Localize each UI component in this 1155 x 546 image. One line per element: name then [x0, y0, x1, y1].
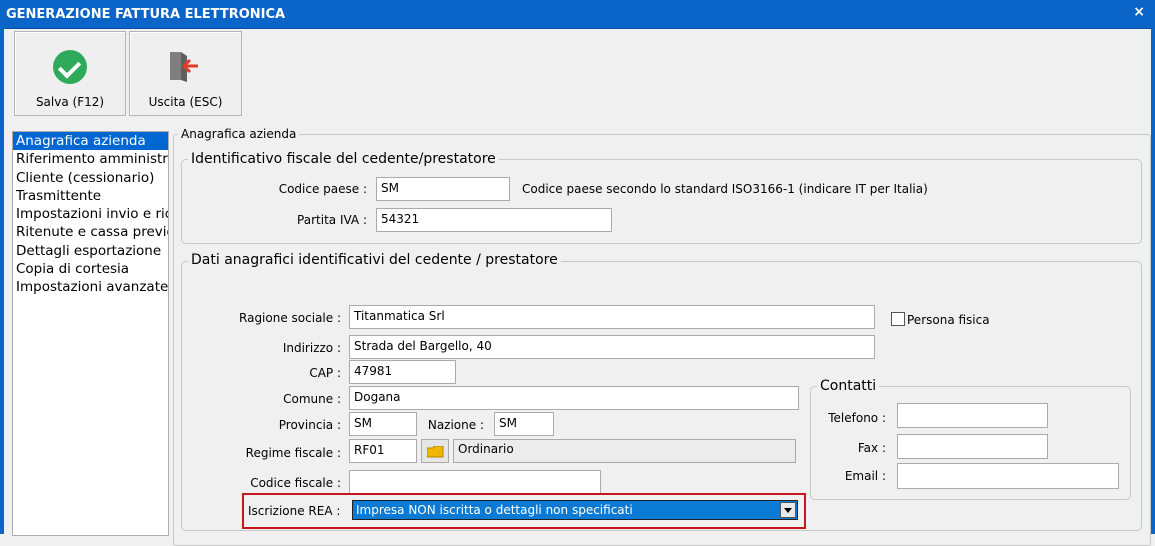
window-title: GENERAZIONE FATTURA ELETTRONICA: [6, 7, 286, 22]
fax-label: Fax :: [857, 441, 886, 455]
registry-legend: Dati anagrafici identificativi del ceden…: [188, 252, 561, 268]
comune-input[interactable]: Dogana: [349, 386, 799, 410]
indirizzo-label: Indirizzo :: [282, 341, 341, 355]
fiscal-id-group: [181, 159, 1142, 244]
folder-icon: [427, 446, 444, 458]
nav-item-riferimento-amministrazione[interactable]: Riferimento amministra: [13, 150, 168, 168]
codice-fiscale-label: Codice fiscale :: [250, 476, 341, 490]
iscrizione-rea-label: Iscrizione REA :: [248, 504, 341, 518]
nav-item-impostazioni-avanzate[interactable]: Impostazioni avanzate: [13, 278, 168, 296]
exit-door-icon: [170, 52, 198, 82]
email-input[interactable]: [897, 463, 1119, 489]
regime-lookup-button[interactable]: [421, 439, 449, 463]
persona-fisica-checkbox[interactable]: [891, 312, 905, 326]
check-circle-icon: [53, 50, 87, 84]
exit-button-label: Uscita (ESC): [148, 95, 223, 109]
regime-fiscale-label: Regime fiscale :: [245, 446, 341, 460]
country-code-input[interactable]: SM: [376, 177, 510, 201]
iscrizione-rea-selected-value: Impresa NON iscritta o dettagli non spec…: [356, 503, 633, 517]
vat-input[interactable]: 54321: [376, 208, 612, 232]
codice-fiscale-input[interactable]: [349, 470, 601, 494]
regime-fiscale-description: Ordinario: [453, 439, 796, 463]
save-button-label: Salva (F12): [35, 95, 105, 109]
fax-input[interactable]: [897, 434, 1048, 459]
telefono-label: Telefono :: [828, 411, 886, 425]
ragione-sociale-input[interactable]: Titanmatica Srl: [349, 305, 875, 329]
nav-item-impostazioni-invio[interactable]: Impostazioni invio e ric: [13, 205, 168, 223]
contacts-legend: Contatti: [817, 378, 880, 394]
country-code-label: Codice paese :: [278, 182, 367, 196]
nazione-input[interactable]: SM: [494, 412, 554, 436]
save-button[interactable]: Salva (F12): [14, 31, 126, 116]
nav-item-trasmittente[interactable]: Trasmittente: [13, 187, 168, 205]
email-label: Email :: [844, 469, 886, 483]
provincia-input[interactable]: SM: [349, 412, 417, 436]
nav-item-ritenute-cassa[interactable]: Ritenute e cassa previc: [13, 223, 168, 241]
panel-title: Anagrafica azienda: [178, 127, 300, 141]
country-code-hint: Codice paese secondo lo standard ISO3166…: [522, 182, 928, 196]
vat-label: Partita IVA :: [297, 213, 367, 227]
persona-fisica-label: Persona fisica: [907, 313, 990, 327]
nav-item-anagrafica-azienda[interactable]: Anagrafica azienda: [13, 132, 168, 151]
iscrizione-rea-select[interactable]: Impresa NON iscritta o dettagli non spec…: [352, 500, 798, 520]
ragione-sociale-label: Ragione sociale :: [239, 311, 341, 325]
fiscal-id-legend: Identificativo fiscale del cedente/prest…: [188, 151, 499, 167]
telefono-input[interactable]: [897, 403, 1048, 428]
nav-item-dettagli-esportazione[interactable]: Dettagli esportazione: [13, 242, 168, 260]
regime-fiscale-code-input[interactable]: RF01: [349, 439, 417, 463]
nav-item-cliente[interactable]: Cliente (cessionario): [13, 169, 168, 187]
nav-item-copia-cortesia[interactable]: Copia di cortesia: [13, 260, 168, 278]
close-icon[interactable]: ×: [1133, 4, 1145, 20]
cap-label: CAP :: [309, 366, 341, 380]
provincia-label: Provincia :: [278, 418, 341, 432]
chevron-down-icon[interactable]: [780, 502, 796, 518]
nazione-label: Nazione :: [427, 418, 484, 432]
window-border-left: [0, 28, 4, 534]
window-border-right: [1151, 28, 1155, 534]
indirizzo-input[interactable]: Strada del Bargello, 40: [349, 335, 875, 359]
section-nav-list[interactable]: Anagrafica azienda Riferimento amministr…: [12, 131, 169, 536]
exit-button[interactable]: Uscita (ESC): [129, 31, 242, 116]
comune-label: Comune :: [283, 392, 341, 406]
cap-input[interactable]: 47981: [349, 360, 456, 384]
